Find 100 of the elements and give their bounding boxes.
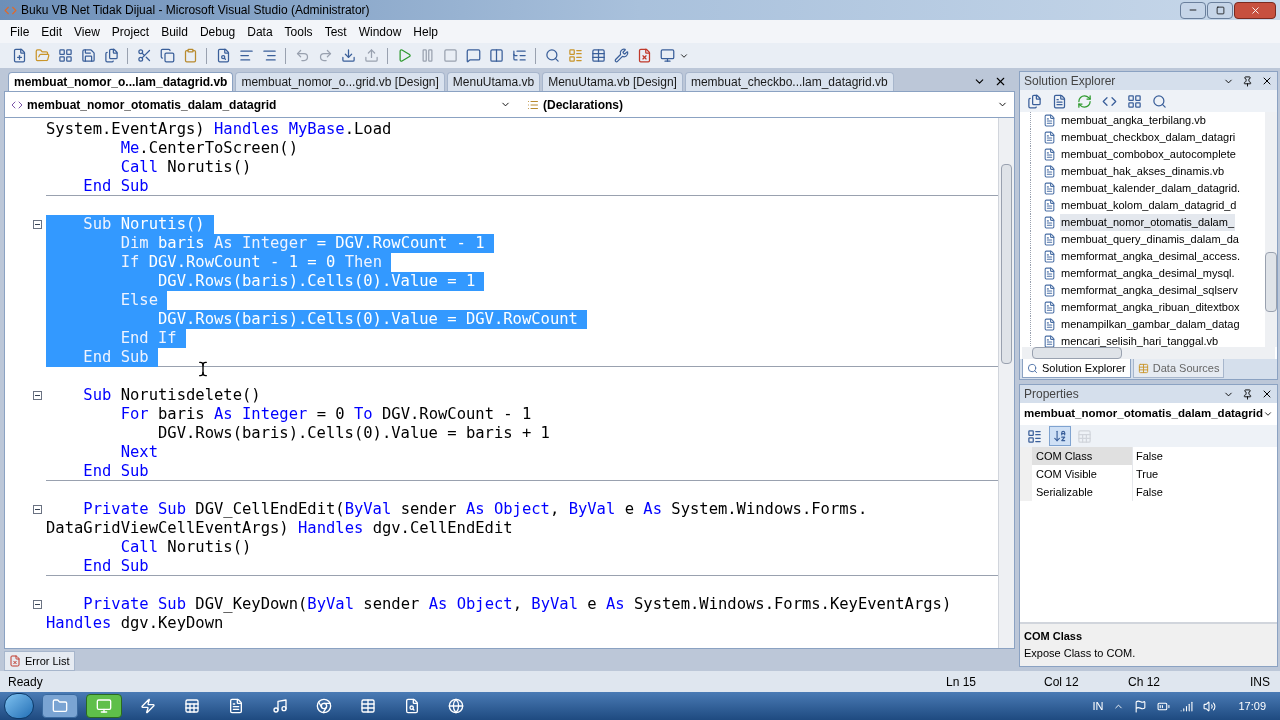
tree-item[interactable]: menampilkan_gambar_dalam_datag [1060,316,1241,333]
menu-item[interactable]: Window [352,22,408,41]
tree-item[interactable]: membuat_combobox_autocomplete [1060,146,1237,163]
minimize-button[interactable] [1180,1,1206,19]
property-name[interactable]: COM Visible [1032,465,1132,483]
tree-item[interactable]: membuat_kolom_dalam_datagrid_d [1060,197,1238,214]
file-icon [1043,318,1056,331]
maximize-icon [1215,5,1225,15]
panel-title: Solution Explorer [1024,73,1116,90]
document-tab[interactable]: membuat_nomor_o...grid.vb [Design] [235,72,445,91]
tree-item[interactable]: memformat_angka_ribuan_ditextbox [1060,299,1241,316]
list-icon [527,98,539,111]
code-line: DGV.Rows(baris).Cells(0).Value = baris + 1 [156,424,550,443]
panel-tab[interactable]: Data Sources [1132,359,1225,378]
menu-item[interactable]: Data [241,22,279,41]
close-icon [1261,75,1273,87]
pin-icon [1242,75,1253,87]
tree-item[interactable]: memformat_angka_desimal_mysql. [1060,265,1236,282]
tree-item[interactable]: memformat_angka_desimal_access. [1060,248,1242,265]
code-line: Call Norutis() [119,538,252,557]
clock[interactable]: 17:09 [1238,697,1266,715]
bottom-tab[interactable]: Error List [4,651,75,671]
file-icon [1043,165,1056,178]
document-tab[interactable]: membuat_checkbo...lam_datagrid.vb [684,72,894,91]
code-line: DataGridViewCellEventArgs) Handles dgv.CellEndEdit [46,519,513,538]
collapse-icon[interactable] [33,391,42,400]
menu-item[interactable]: Help [407,22,444,41]
code-line: Me.CenterToScreen() [119,139,298,158]
maximize-button[interactable] [1207,1,1233,19]
tree-item[interactable]: membuat_kalender_dalam_datagrid. [1060,180,1242,197]
tree-item[interactable]: memformat_angka_desimal_sqlserv [1060,282,1239,299]
property-value[interactable]: False [1132,483,1277,501]
tree-item[interactable]: mencari_selisih_hari_tanggal.vb [1060,333,1220,347]
pin-icon [1242,388,1253,400]
member-dropdown[interactable]: (Declarations) [523,94,1012,115]
panel-tab[interactable]: Solution Explorer [1022,359,1131,378]
tree-item[interactable]: membuat_hak_akses_dinamis.vb [1060,163,1226,180]
menu-item[interactable]: Build [155,22,194,41]
language-indicator[interactable]: IN [1092,697,1104,715]
file-icon [1043,233,1056,246]
scrollbar[interactable] [998,118,1014,648]
alphabetical-icon[interactable] [1049,426,1071,446]
collapse-icon[interactable] [33,505,42,514]
scrollbar[interactable] [1265,112,1277,347]
scrollbar[interactable] [1022,347,1275,359]
object-dropdown[interactable]: membuat_nomor_otomatis_dalam_datagrid [1020,403,1277,425]
document-tab[interactable]: MenuUtama.vb [Design] [542,72,683,91]
menu-item[interactable]: View [68,22,106,41]
description-text: Expose Class to COM. [1024,645,1137,661]
code-line: Private Sub DGV_KeyDown(ByVal sender As Object, ByVal e As System.Windows.Forms.KeyEventArgs) [82,595,952,614]
flag-icon [1134,699,1148,713]
code-line: End Sub [82,556,149,576]
code-line: End Sub [82,461,149,481]
file-icon [1043,199,1056,212]
property-name[interactable]: COM Class [1032,447,1132,465]
taskbar-app-icon[interactable] [86,694,122,718]
menu-item[interactable]: Tools [278,22,319,41]
code-line: Sub Norutisdelete() [82,386,261,405]
menu-item[interactable]: Debug [193,22,242,41]
property-value[interactable]: False [1132,447,1277,465]
collapse-icon[interactable] [33,220,42,229]
close-icon [994,75,1007,88]
tree-item[interactable]: membuat_checkbox_dalam_datagri [1060,129,1237,146]
search-icon [1027,362,1038,374]
file-icon [1043,267,1056,280]
collapse-icon[interactable] [33,600,42,609]
tree-item[interactable]: membuat_query_dinamis_dalam_da [1060,231,1240,248]
close-icon [1261,388,1273,400]
file-icon [1043,301,1056,314]
close-icon [1249,4,1261,16]
line-number: Ln 15 [946,673,978,691]
menu-item[interactable]: File [4,22,36,41]
code-line: Call Norutis() [119,158,252,177]
menu-item[interactable]: Edit [35,22,69,41]
status-text: Ready [8,673,44,691]
caret-icon [1263,409,1273,419]
document-tab[interactable]: membuat_nomor_o...lam_datagrid.vb [8,72,234,91]
close-button[interactable] [1234,1,1276,19]
file-icon [1043,114,1056,127]
window-title: Buku VB Net Tidak Dijual - Microsoft Visual Studio (Administrator) [21,2,370,19]
error-icon [9,655,21,667]
tree-item[interactable]: membuat_angka_terbilang.vb [1060,112,1207,129]
menu-item[interactable]: Project [105,22,156,41]
menu-item[interactable]: Test [318,22,353,41]
code-line: System.EventArgs) Handles MyBase.Load [46,120,392,139]
file-icon [1043,131,1056,144]
file-icon [1043,335,1056,347]
document-tab[interactable]: MenuUtama.vb [446,72,541,91]
class-dropdown[interactable]: membuat_nomor_otomatis_dalam_datagrid [7,94,515,115]
table-icon [1137,362,1149,374]
property-name[interactable]: Serializable [1032,483,1132,501]
taskbar-app-icon[interactable] [42,694,78,718]
tree-item[interactable]: membuat_nomor_otomatis_dalam_ [1060,214,1236,231]
file-icon [1043,148,1056,161]
code-line: Next [119,443,158,462]
code-line: End Sub [82,176,149,196]
file-icon [1043,284,1056,297]
property-value[interactable]: True [1132,465,1277,483]
start-button[interactable] [4,693,34,719]
insert-mode: INS [1250,673,1271,691]
